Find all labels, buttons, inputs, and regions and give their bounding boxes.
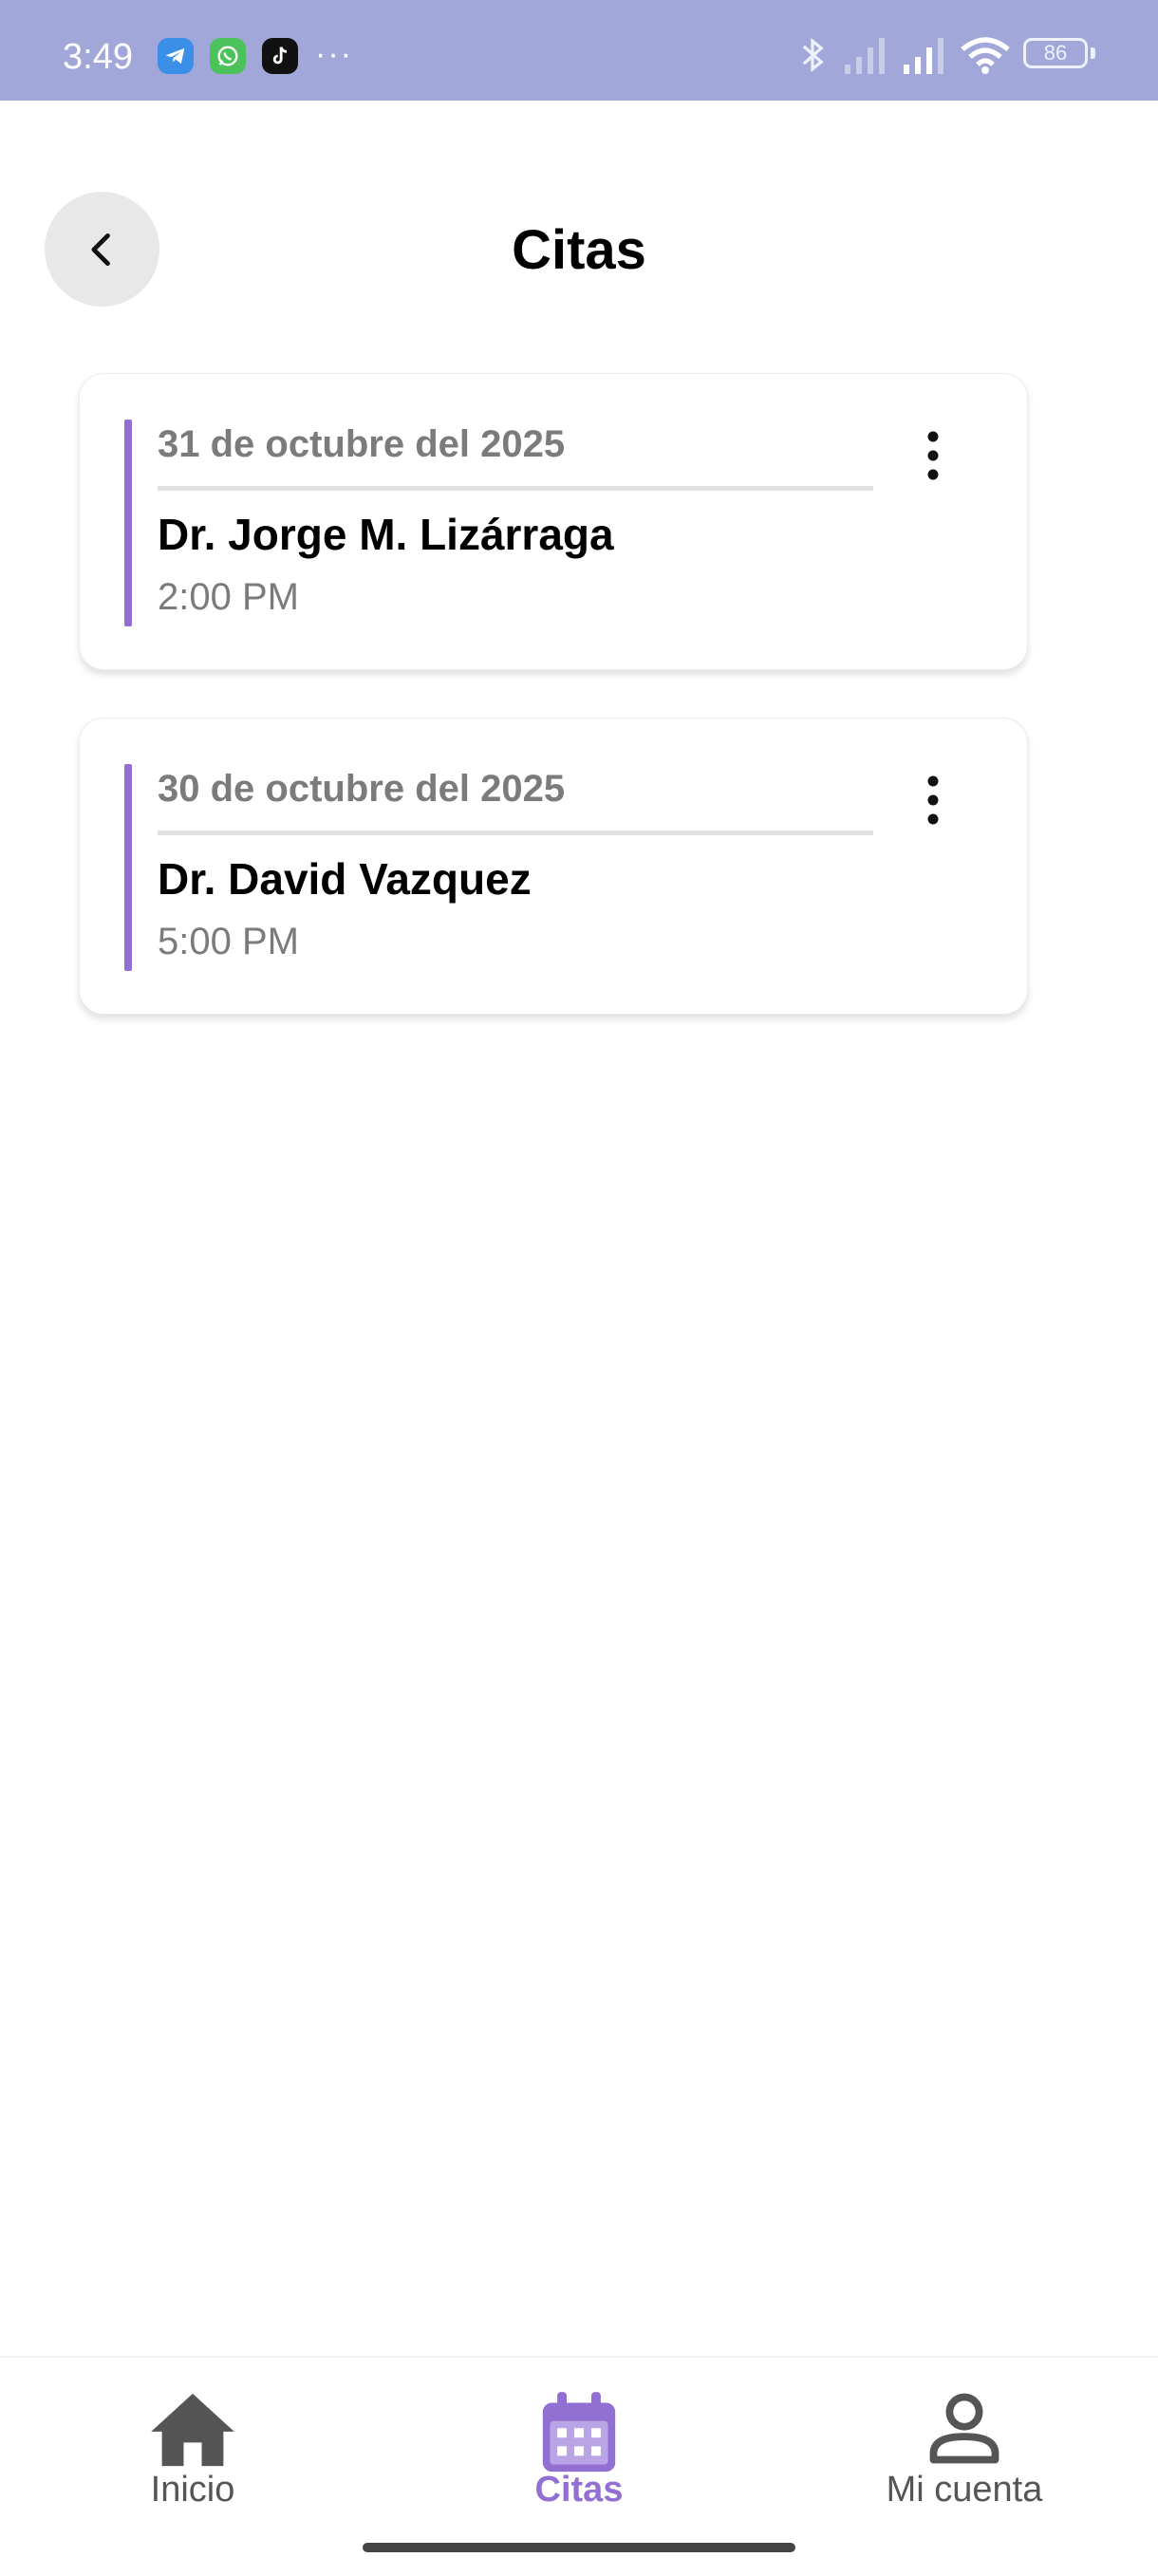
telegram-icon <box>158 38 194 74</box>
more-options-button[interactable] <box>912 766 954 834</box>
more-dots-icon: ··· <box>315 36 353 72</box>
battery-tip <box>1091 47 1095 59</box>
appointment-date: 31 de octubre del 2025 <box>158 423 566 465</box>
status-time: 3:49 <box>63 37 133 77</box>
page-title: Citas <box>512 219 646 281</box>
more-options-button[interactable] <box>912 421 954 490</box>
signal-icon <box>845 38 885 74</box>
appointment-card[interactable]: 30 de octubre del 2025 Dr. David Vazquez… <box>79 718 1028 1015</box>
wifi-icon <box>961 37 1010 74</box>
home-indicator[interactable] <box>363 2543 795 2552</box>
card-accent-bar <box>124 420 132 626</box>
person-icon <box>929 2393 999 2464</box>
battery-icon: 86 <box>1023 38 1088 68</box>
tiktok-icon <box>262 38 298 74</box>
home-icon <box>151 2393 234 2467</box>
nav-item-mi-cuenta[interactable]: Mi cuenta <box>822 2358 1107 2519</box>
card-accent-bar <box>124 764 132 971</box>
nav-item-inicio[interactable]: Inicio <box>50 2358 335 2519</box>
kebab-menu-icon <box>927 775 939 825</box>
signal-icon <box>904 38 943 74</box>
appointment-doctor: Dr. David Vazquez <box>158 854 532 904</box>
bluetooth-icon <box>802 37 824 73</box>
appointment-doctor: Dr. Jorge M. Lizárraga <box>158 510 614 559</box>
nav-label-mi-cuenta: Mi cuenta <box>886 2470 1043 2510</box>
appointment-time: 5:00 PM <box>158 921 299 962</box>
calendar-icon <box>542 2392 616 2473</box>
whatsapp-icon <box>210 38 246 74</box>
card-divider <box>158 486 873 491</box>
appointment-time: 2:00 PM <box>158 576 299 618</box>
nav-label-inicio: Inicio <box>150 2470 235 2510</box>
nav-item-citas[interactable]: Citas <box>437 2358 721 2519</box>
appointment-card[interactable]: 31 de octubre del 2025 Dr. Jorge M. Lizá… <box>79 373 1028 670</box>
appointment-date: 30 de octubre del 2025 <box>158 768 566 810</box>
nav-label-citas: Citas <box>534 2470 624 2510</box>
status-bar: 3:49 ··· 86 <box>0 0 1158 101</box>
kebab-menu-icon <box>927 431 939 480</box>
card-divider <box>158 831 873 835</box>
